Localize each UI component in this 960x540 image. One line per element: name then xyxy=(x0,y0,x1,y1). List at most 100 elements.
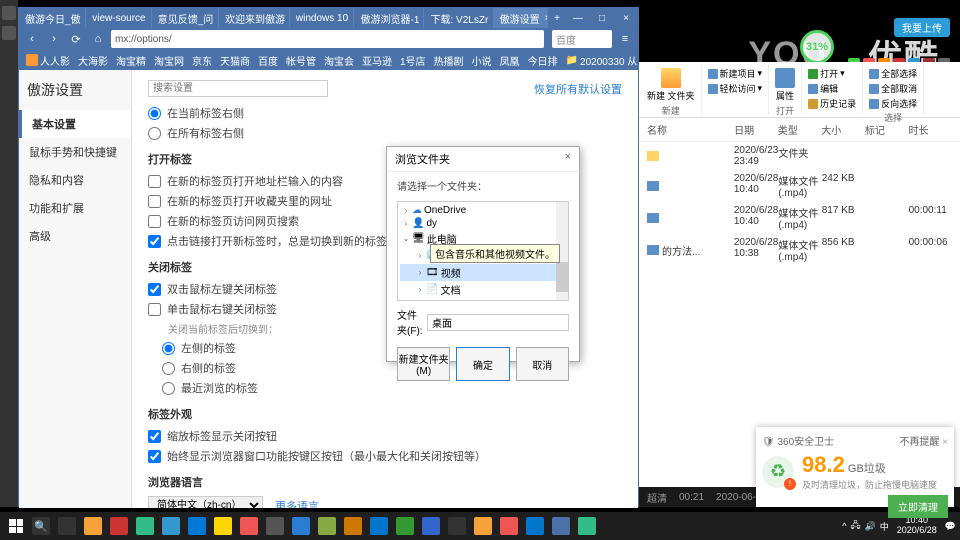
radio-option[interactable]: 在当前标签右侧 xyxy=(148,105,622,121)
taskbar-app[interactable] xyxy=(184,514,210,538)
sidebar-item-basic[interactable]: 基本设置 xyxy=(19,110,131,138)
taskbar-app[interactable] xyxy=(236,514,262,538)
ribbon-item[interactable]: 编辑 xyxy=(806,81,858,96)
taskbar-app[interactable] xyxy=(106,514,132,538)
minimize-button[interactable]: — xyxy=(566,8,590,28)
bookmark[interactable]: 1号店 xyxy=(397,52,429,69)
ribbon-item[interactable]: 打开 ▾ xyxy=(806,66,858,81)
rail-icon[interactable] xyxy=(2,6,16,20)
rail-icon[interactable] xyxy=(2,26,16,40)
sidebar-item-privacy[interactable]: 隐私和内容 xyxy=(19,166,131,194)
checkbox-option[interactable]: 始终显示浏览器窗口功能按键区按钮（最小最大化和关闭按钮等） xyxy=(148,448,622,464)
tab[interactable]: 傲游浏览器-1× xyxy=(354,8,424,28)
ribbon-item[interactable]: 新建项目 ▾ xyxy=(706,66,765,81)
reload-button[interactable]: ⟳ xyxy=(67,30,85,48)
taskbar-app[interactable] xyxy=(522,514,548,538)
tray-ime-icon[interactable]: 中 xyxy=(880,520,889,533)
taskbar-app[interactable] xyxy=(496,514,522,538)
tree-item-selected[interactable]: ›🎞视频 xyxy=(400,264,566,281)
folder-tree[interactable]: ›☁OneDrive ›👤dy ⌄🖥此电脑 ›🧊3D 对象 ›🎞视频 包含音乐和… xyxy=(397,201,569,301)
clock[interactable]: 10:402020/6/28 xyxy=(893,516,941,536)
notification-icon[interactable]: 💬 xyxy=(945,521,956,532)
ribbon-item[interactable]: 全部选择 xyxy=(867,66,919,81)
taskbar-app[interactable] xyxy=(210,514,236,538)
file-row[interactable]: 2020/6/28 10:40媒体文件(.mp4)817 KB00:00:11 xyxy=(639,202,960,234)
new-folder-button[interactable]: 新建文件夹(M) xyxy=(397,347,450,381)
ignore-link[interactable]: 不再提醒 xyxy=(899,437,939,448)
taskbar-app[interactable] xyxy=(574,514,600,538)
quality-badge[interactable]: 超清 xyxy=(647,490,667,505)
ribbon-item[interactable]: 反向选择 xyxy=(867,96,919,111)
ribbon-item[interactable]: 全部取消 xyxy=(867,81,919,96)
file-row[interactable]: 的方法...2020/6/28 10:38媒体文件(.mp4)856 KB00:… xyxy=(639,234,960,266)
taskbar-app[interactable] xyxy=(314,514,340,538)
cancel-button[interactable]: 取消 xyxy=(516,347,569,381)
tab-active[interactable]: 傲游设置× xyxy=(494,8,549,28)
ribbon-item[interactable]: 历史记录 xyxy=(806,96,858,111)
tray-volume-icon[interactable]: 🔊 xyxy=(865,521,876,532)
taskbar-app[interactable] xyxy=(470,514,496,538)
tab[interactable]: view-source× xyxy=(86,8,151,28)
clean-now-button[interactable]: 立即清理 xyxy=(888,495,948,518)
new-tab-button[interactable]: + xyxy=(548,13,566,24)
bookmark[interactable]: 百度 xyxy=(255,52,281,69)
bookmark[interactable]: 淘宝精 xyxy=(113,52,149,69)
start-button[interactable] xyxy=(4,514,28,538)
task-view[interactable] xyxy=(54,514,80,538)
taskbar-app[interactable] xyxy=(366,514,392,538)
sidebar-item-extensions[interactable]: 功能和扩展 xyxy=(19,194,131,222)
properties-button[interactable]: 属性 xyxy=(773,66,797,104)
ok-button[interactable]: 确定 xyxy=(456,347,509,381)
bookmark[interactable]: 大海影 xyxy=(75,52,111,69)
back-button[interactable]: ‹ xyxy=(23,30,41,48)
home-button[interactable]: ⌂ xyxy=(89,30,107,48)
taskbar-search[interactable]: 🔍 xyxy=(28,514,54,538)
tab[interactable]: windows 10× xyxy=(290,8,355,28)
tab[interactable]: 欢迎来到傲游× xyxy=(219,8,290,28)
more-languages-link[interactable]: 更多语言 xyxy=(275,498,319,509)
bookmark[interactable]: 小说 xyxy=(469,52,495,69)
tab[interactable]: 意见反馈_问× xyxy=(152,8,219,28)
bookmark[interactable]: 帐号管 xyxy=(283,52,319,69)
tree-item[interactable]: ›⬇下载 xyxy=(400,298,566,301)
bookmark[interactable]: 淘宝网 xyxy=(151,52,187,69)
taskbar-app[interactable] xyxy=(158,514,184,538)
taskbar-app[interactable] xyxy=(392,514,418,538)
bookmark[interactable]: 淘宝会 xyxy=(321,52,357,69)
file-row[interactable]: 2020/6/23 23:49文件夹 xyxy=(639,142,960,170)
bookmark[interactable]: 天猫商 xyxy=(217,52,253,69)
taskbar-app[interactable] xyxy=(548,514,574,538)
new-folder-button[interactable]: 新建 文件夹 xyxy=(645,66,697,104)
close-button[interactable]: × xyxy=(614,8,638,28)
bookmark[interactable]: 京东 xyxy=(189,52,215,69)
column-headers[interactable]: 名称 日期 类型 大小 标记 时长 xyxy=(639,118,960,142)
upload-button[interactable]: 我要上传 xyxy=(894,18,950,37)
taskbar-app[interactable] xyxy=(444,514,470,538)
taskbar-app[interactable] xyxy=(340,514,366,538)
restore-defaults-link[interactable]: 恢复所有默认设置 xyxy=(534,81,622,97)
bookmark[interactable]: 亚马逊 xyxy=(359,52,395,69)
checkbox-option[interactable]: 缩放标签显示关闭按钮 xyxy=(148,428,622,444)
taskbar-app[interactable] xyxy=(132,514,158,538)
dialog-close-button[interactable]: × xyxy=(565,151,571,167)
ribbon-item[interactable]: 轻松访问 ▾ xyxy=(706,81,765,96)
tree-item[interactable]: ›📄文档 xyxy=(400,281,566,298)
tab[interactable]: 下载: V2LsZr× xyxy=(424,8,493,28)
bookmark[interactable]: 凤凰 xyxy=(497,52,523,69)
bookmark[interactable]: 今日排 xyxy=(525,52,561,69)
forward-button[interactable]: › xyxy=(45,30,63,48)
search-box[interactable]: 百度 xyxy=(552,30,612,48)
sidebar-item-gestures[interactable]: 鼠标手势和快捷键 xyxy=(19,138,131,166)
taskbar-app[interactable] xyxy=(262,514,288,538)
folder-name-input[interactable] xyxy=(427,314,569,331)
tree-item[interactable]: ›👤dy xyxy=(400,217,566,230)
language-select[interactable]: 简体中文（zh-cn） xyxy=(148,496,263,508)
bookmark-folder[interactable]: 📁20200330 从 IE 导入 xyxy=(563,52,638,69)
tray-network-icon[interactable]: 🖧 xyxy=(850,518,860,534)
file-row[interactable]: 2020/6/28 10:40媒体文件(.mp4)242 KB xyxy=(639,170,960,202)
bookmark[interactable]: 人人影 xyxy=(23,52,73,69)
close-icon[interactable]: × xyxy=(942,437,948,448)
system-tray[interactable]: ^ 🖧 🔊 中 10:402020/6/28 💬 xyxy=(842,516,956,536)
tree-item[interactable]: ›☁OneDrive xyxy=(400,204,566,217)
tab[interactable]: 傲游今日_傲× xyxy=(19,8,86,28)
